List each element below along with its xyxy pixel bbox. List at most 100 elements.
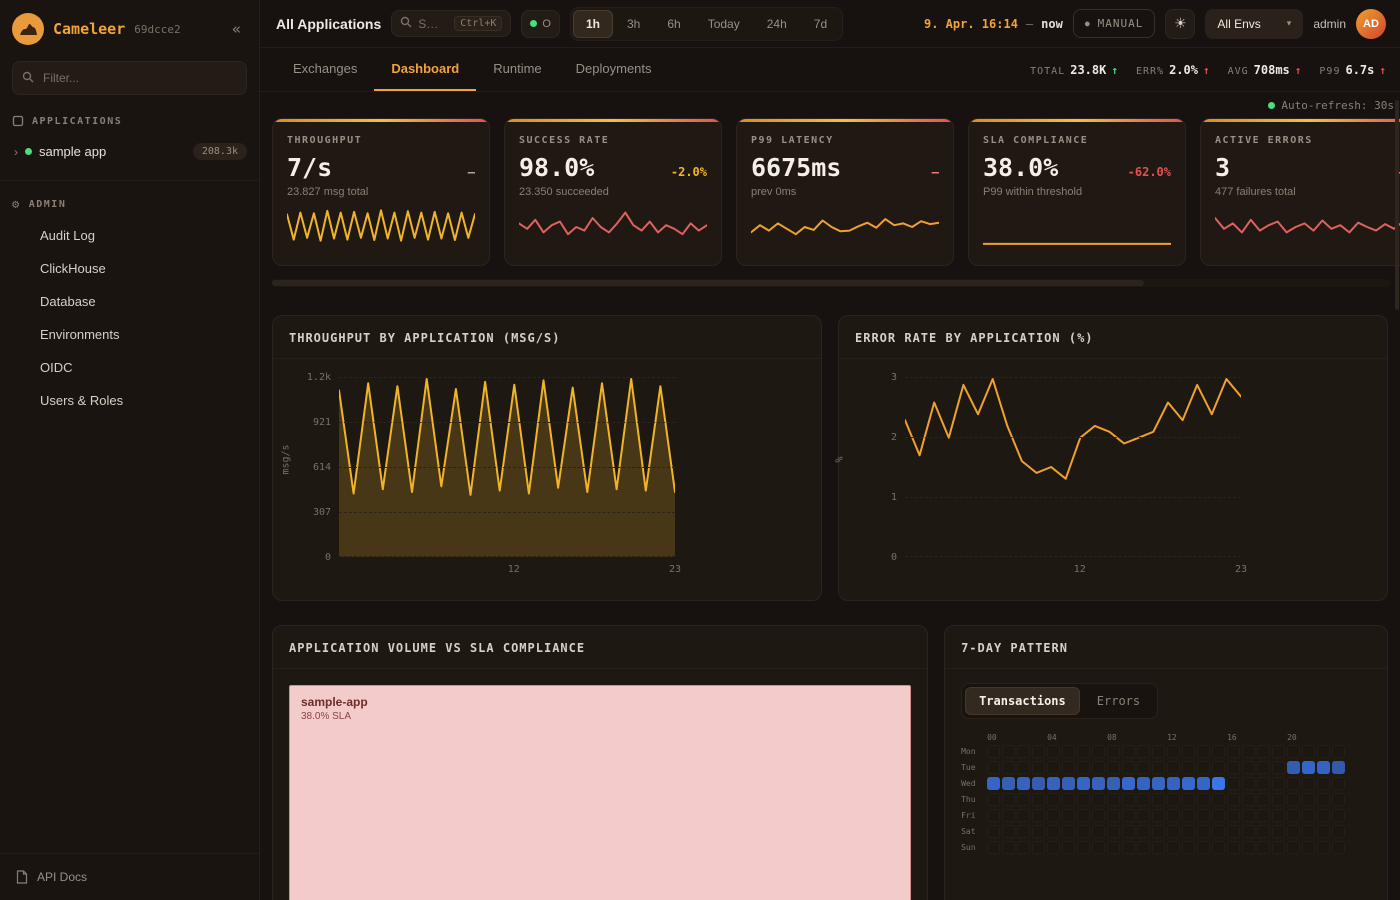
heatmap-cell[interactable] <box>1257 841 1270 854</box>
time-range-24h[interactable]: 24h <box>754 10 800 38</box>
heatmap-cell[interactable] <box>1302 761 1315 774</box>
heatmap-cell[interactable] <box>1257 809 1270 822</box>
heatmap-cell[interactable] <box>1302 841 1315 854</box>
heatmap-cell[interactable] <box>1182 745 1195 758</box>
sidebar-item-sample-app[interactable]: › sample app 208.3k <box>0 135 259 168</box>
api-docs-link[interactable]: API Docs <box>0 853 259 900</box>
heatmap-cell[interactable] <box>1242 825 1255 838</box>
heatmap-cell[interactable] <box>1107 761 1120 774</box>
heatmap-cell[interactable] <box>1107 745 1120 758</box>
heatmap-cell[interactable] <box>1287 841 1300 854</box>
heatmap-cell[interactable] <box>1047 745 1060 758</box>
sidebar-collapse-button[interactable]: « <box>226 18 247 40</box>
heatmap-cell[interactable] <box>1212 825 1225 838</box>
heatmap-cell[interactable] <box>1122 825 1135 838</box>
heatmap-cell[interactable] <box>1287 809 1300 822</box>
heatmap-cell[interactable] <box>1167 825 1180 838</box>
chevron-right-icon[interactable]: › <box>14 145 18 159</box>
heatmap-cell[interactable] <box>1032 809 1045 822</box>
heatmap-cell[interactable] <box>1002 777 1015 790</box>
heatmap-cell[interactable] <box>1152 777 1165 790</box>
heatmap-cell[interactable] <box>1197 825 1210 838</box>
heatmap-cell[interactable] <box>1257 761 1270 774</box>
sidebar-item-users-roles[interactable]: Users & Roles <box>0 384 259 417</box>
heatmap-cell[interactable] <box>1092 825 1105 838</box>
heatmap-cell[interactable] <box>987 841 1000 854</box>
heatmap-cell[interactable] <box>1197 841 1210 854</box>
heatmap-cell[interactable] <box>1062 761 1075 774</box>
heatmap-cell[interactable] <box>1092 793 1105 806</box>
heatmap-cell[interactable] <box>1002 793 1015 806</box>
heatmap-cell[interactable] <box>1077 841 1090 854</box>
heatmap-cell[interactable] <box>1257 777 1270 790</box>
heatmap-cell[interactable] <box>1212 761 1225 774</box>
heatmap-cell[interactable] <box>1152 745 1165 758</box>
heatmap-cell[interactable] <box>1272 761 1285 774</box>
heatmap-cell[interactable] <box>1317 809 1330 822</box>
heatmap-cell[interactable] <box>1107 809 1120 822</box>
heatmap-cell[interactable] <box>1092 777 1105 790</box>
heatmap-cell[interactable] <box>1197 777 1210 790</box>
heatmap-cell[interactable] <box>1212 809 1225 822</box>
time-window-display[interactable]: 9. Apr. 16:14 – now <box>924 17 1063 31</box>
heatmap-cell[interactable] <box>987 777 1000 790</box>
heatmap-cell[interactable] <box>1092 841 1105 854</box>
time-range-7d[interactable]: 7d <box>801 10 840 38</box>
heatmap-cell[interactable] <box>1062 825 1075 838</box>
heatmap-cell[interactable] <box>1242 777 1255 790</box>
heatmap-cell[interactable] <box>1122 841 1135 854</box>
heatmap-cell[interactable] <box>1227 825 1240 838</box>
heatmap-cell[interactable] <box>1167 793 1180 806</box>
heatmap-cell[interactable] <box>1167 841 1180 854</box>
heatmap-cell[interactable] <box>987 809 1000 822</box>
heatmap-cell[interactable] <box>1062 841 1075 854</box>
heatmap-cell[interactable] <box>1332 777 1345 790</box>
heatmap-cell[interactable] <box>1137 793 1150 806</box>
heatmap-cell[interactable] <box>1152 825 1165 838</box>
heatmap-cell[interactable] <box>1317 777 1330 790</box>
heatmap-cell[interactable] <box>1332 745 1345 758</box>
heatmap-cell[interactable] <box>1197 793 1210 806</box>
heatmap-cell[interactable] <box>1227 745 1240 758</box>
heatmap-cell[interactable] <box>1212 777 1225 790</box>
heatmap-cell[interactable] <box>1197 809 1210 822</box>
vertical-scrollbar[interactable] <box>1395 100 1399 310</box>
heatmap-cell[interactable] <box>1062 809 1075 822</box>
heatmap-cell[interactable] <box>1122 761 1135 774</box>
sidebar-item-oidc[interactable]: OIDC <box>0 351 259 384</box>
heatmap-cell[interactable] <box>1182 841 1195 854</box>
heatmap-cell[interactable] <box>1107 825 1120 838</box>
heatmap-cell[interactable] <box>1302 809 1315 822</box>
heatmap-cell[interactable] <box>1287 761 1300 774</box>
theme-toggle-button[interactable]: ☀ <box>1165 9 1195 39</box>
heatmap-cell[interactable] <box>987 761 1000 774</box>
heatmap-cell[interactable] <box>1317 745 1330 758</box>
heatmap-cell[interactable] <box>1062 777 1075 790</box>
heatmap-cell[interactable] <box>1017 841 1030 854</box>
heatmap-cell[interactable] <box>1287 793 1300 806</box>
heatmap-cell[interactable] <box>1182 777 1195 790</box>
sidebar-item-clickhouse[interactable]: ClickHouse <box>0 252 259 285</box>
toggle-errors[interactable]: Errors <box>1083 687 1154 715</box>
heatmap-cell[interactable] <box>987 793 1000 806</box>
heatmap-cell[interactable] <box>1062 745 1075 758</box>
heatmap-cell[interactable] <box>1152 793 1165 806</box>
sidebar-item-database[interactable]: Database <box>0 285 259 318</box>
horizontal-scrollbar-thumb[interactable] <box>272 280 1144 286</box>
heatmap-cell[interactable] <box>1242 761 1255 774</box>
heatmap-cell[interactable] <box>1002 761 1015 774</box>
heatmap-cell[interactable] <box>1122 745 1135 758</box>
heatmap-cell[interactable] <box>1272 809 1285 822</box>
heatmap-cell[interactable] <box>1107 841 1120 854</box>
heatmap-cell[interactable] <box>1077 777 1090 790</box>
heatmap-cell[interactable] <box>1047 777 1060 790</box>
heatmap-cell[interactable] <box>1272 841 1285 854</box>
heatmap-cell[interactable] <box>1167 809 1180 822</box>
heatmap-cell[interactable] <box>1197 745 1210 758</box>
heatmap-cell[interactable] <box>1287 745 1300 758</box>
heatmap-cell[interactable] <box>1077 793 1090 806</box>
heatmap-cell[interactable] <box>1182 809 1195 822</box>
heatmap-cell[interactable] <box>1242 745 1255 758</box>
heatmap-cell[interactable] <box>1227 777 1240 790</box>
heatmap-cell[interactable] <box>1032 761 1045 774</box>
